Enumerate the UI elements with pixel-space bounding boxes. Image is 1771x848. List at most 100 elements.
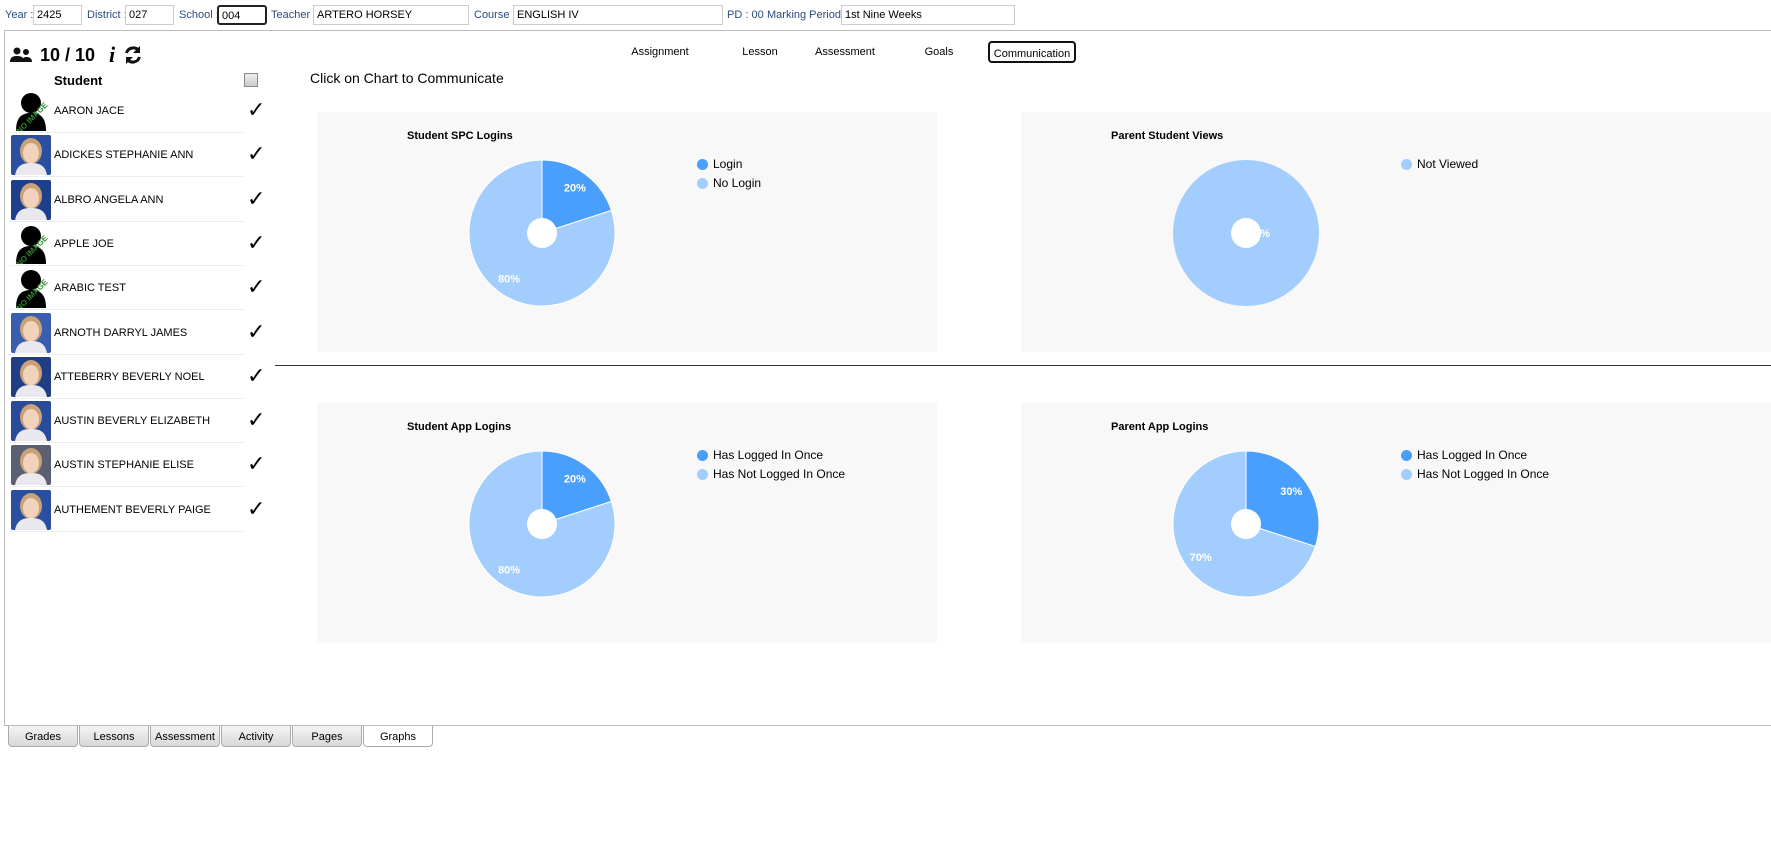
- student-name: ADICKES STEPHANIE ANN: [54, 149, 194, 162]
- tab-goals[interactable]: Goals: [918, 41, 960, 63]
- legend-label: No Login: [713, 176, 762, 190]
- info-icon[interactable]: i: [109, 42, 115, 68]
- student-name: APPLE JOE: [54, 237, 114, 250]
- pie-chart[interactable]: 20% 80%: [317, 112, 937, 352]
- student-row[interactable]: ATTEBERRY BEVERLY NOEL: [9, 355, 244, 399]
- check-icon[interactable]: ✓: [247, 143, 265, 165]
- slice-label: 100%: [1242, 228, 1270, 240]
- marking-period-label: Marking Period :: [767, 9, 848, 21]
- donut-hole: [1231, 509, 1261, 539]
- pie-chart[interactable]: 100%: [1021, 112, 1641, 352]
- tab-lesson[interactable]: Lesson: [728, 41, 792, 63]
- year-field[interactable]: 2425: [33, 5, 82, 25]
- tab-communication[interactable]: Communication: [988, 41, 1076, 63]
- course-label: Course :: [474, 9, 516, 21]
- student-photo: [11, 445, 51, 486]
- slice-label: 20%: [564, 183, 586, 195]
- student-count: 10 / 10: [40, 44, 96, 65]
- teacher-field[interactable]: ARTERO HORSEY: [313, 5, 469, 25]
- bottom-tab-graphs[interactable]: Graphs: [363, 726, 433, 747]
- pie-chart[interactable]: 30% 70%: [1021, 403, 1641, 643]
- legend-swatch: [1401, 468, 1412, 480]
- select-all-checkbox[interactable]: [244, 73, 258, 87]
- check-icon[interactable]: ✓: [247, 453, 265, 475]
- chart-title: Student App Logins: [407, 421, 512, 433]
- chart-legend: Not Viewed: [1401, 157, 1478, 176]
- chart-legend: Login No Login: [697, 157, 761, 195]
- legend-swatch: [697, 177, 708, 189]
- student-row[interactable]: NO IMAGE AARON JACE: [9, 89, 244, 133]
- divider: [275, 365, 1771, 366]
- district-field[interactable]: 027: [125, 5, 174, 25]
- student-row[interactable]: ALBRO ANGELA ANN: [9, 178, 244, 222]
- slice-label: 80%: [498, 564, 520, 576]
- legend-label: Has Not Logged In Once: [1417, 467, 1550, 481]
- chart-title: Student SPC Logins: [407, 130, 513, 142]
- slice-label: 80%: [498, 273, 520, 285]
- student-row[interactable]: AUTHEMENT BEVERLY PAIGE: [9, 488, 244, 532]
- student-name: ARABIC TEST: [54, 282, 126, 295]
- course-field[interactable]: ENGLISH IV: [513, 5, 723, 25]
- chart-panel[interactable]: 20% 80% Student SPC Logins Login No Login: [317, 112, 937, 352]
- chart-title: Parent App Logins: [1111, 421, 1209, 433]
- bottom-tab-assessment[interactable]: Assessment: [150, 726, 220, 747]
- school-label: School :: [179, 9, 219, 21]
- legend-item[interactable]: Not Viewed: [1401, 157, 1478, 171]
- student-name: ARNOTH DARRYL JAMES: [54, 326, 188, 339]
- legend-item[interactable]: Has Logged In Once: [1401, 448, 1549, 462]
- tab-assessment[interactable]: Assessment: [810, 41, 880, 63]
- check-icon[interactable]: ✓: [247, 231, 265, 254]
- marking-period-field[interactable]: 1st Nine Weeks: [841, 5, 1015, 25]
- check-icon[interactable]: ✓: [247, 276, 265, 298]
- list-header: 10 / 10 i: [10, 42, 143, 68]
- slice-label: 30%: [1280, 486, 1302, 498]
- student-photo: [11, 356, 51, 397]
- refresh-icon[interactable]: [123, 45, 143, 65]
- student-row[interactable]: NO IMAGE APPLE JOE: [9, 222, 244, 266]
- filter-bar: Year : 2425 District : 027 School : 004 …: [0, 0, 1771, 30]
- student-row[interactable]: ARNOTH DARRYL JAMES: [9, 311, 244, 355]
- student-name: AUTHEMENT BEVERLY PAIGE: [54, 503, 211, 516]
- student-row[interactable]: ADICKES STEPHANIE ANN: [9, 133, 244, 178]
- school-field[interactable]: 004: [217, 5, 267, 25]
- legend-swatch: [697, 468, 708, 480]
- district-label: District :: [87, 9, 127, 21]
- tab-assignment[interactable]: Assignment: [625, 41, 695, 63]
- student-row[interactable]: NO IMAGE ARABIC TEST: [9, 266, 244, 311]
- pie-chart[interactable]: 20% 80%: [317, 403, 937, 643]
- chart-panel[interactable]: 20% 80% Student App Logins Has Logged In On…: [317, 403, 937, 643]
- student-name: AUSTIN BEVERLY ELIZABETH: [54, 415, 211, 428]
- student-name: ALBRO ANGELA ANN: [54, 193, 164, 206]
- chart-panel[interactable]: 30% 70% Parent App Logins Has Logged In Onc…: [1021, 403, 1771, 643]
- student-photo: [11, 179, 51, 220]
- legend-swatch: [697, 449, 708, 461]
- check-icon[interactable]: ✓: [247, 364, 265, 387]
- legend-item[interactable]: Has Not Logged In Once: [1401, 467, 1549, 481]
- legend-item[interactable]: Login: [697, 157, 761, 171]
- donut-hole: [527, 218, 557, 248]
- check-icon[interactable]: ✓: [247, 409, 265, 431]
- bottom-tab-activity[interactable]: Activity: [221, 726, 291, 747]
- student-row[interactable]: AUSTIN BEVERLY ELIZABETH: [9, 399, 244, 444]
- check-icon[interactable]: ✓: [247, 187, 265, 210]
- student-row[interactable]: AUSTIN STEPHANIE ELISE: [9, 443, 244, 488]
- bottom-tab-pages[interactable]: Pages: [292, 726, 362, 747]
- chart-legend: Has Logged In Once Has Not Logged In Once: [697, 448, 845, 486]
- check-icon[interactable]: ✓: [247, 320, 265, 343]
- chart-panel[interactable]: 100% Parent Student Views Not Viewed: [1021, 112, 1771, 352]
- legend-item[interactable]: No Login: [697, 176, 761, 190]
- student-name: ATTEBERRY BEVERLY NOEL: [54, 370, 205, 383]
- chart-hint: Click on Chart to Communicate: [310, 70, 504, 86]
- users-icon: [10, 47, 32, 62]
- teacher-label: Teacher :: [271, 9, 317, 21]
- check-icon[interactable]: ✓: [247, 99, 265, 121]
- legend-label: Login: [713, 157, 743, 171]
- legend-label: Has Not Logged In Once: [713, 467, 846, 481]
- legend-label: Has Logged In Once: [713, 448, 824, 462]
- legend-item[interactable]: Has Logged In Once: [697, 448, 845, 462]
- bottom-tab-grades[interactable]: Grades: [8, 726, 78, 747]
- legend-item[interactable]: Has Not Logged In Once: [697, 467, 845, 481]
- no-image-avatar: NO IMAGE: [11, 91, 51, 131]
- bottom-tab-lessons[interactable]: Lessons: [79, 726, 149, 747]
- check-icon[interactable]: ✓: [247, 497, 265, 520]
